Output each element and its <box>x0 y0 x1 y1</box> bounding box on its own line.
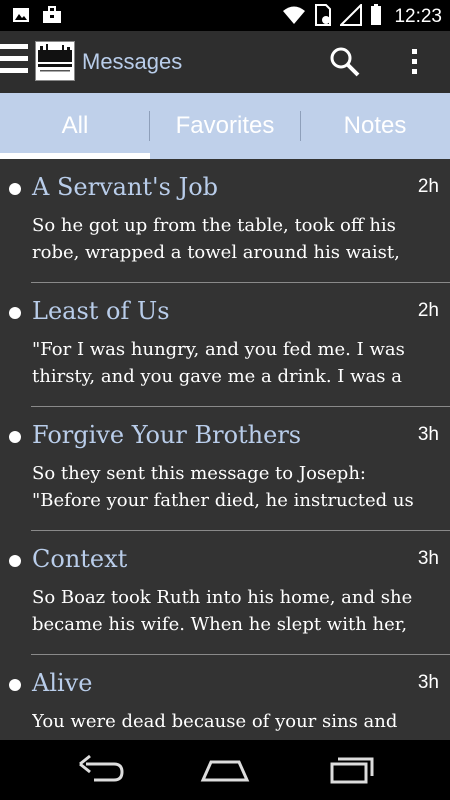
preview-line: So they sent this message to Joseph: <box>32 463 366 484</box>
preview-line: So Boaz took Ruth into his home, and she <box>32 587 413 608</box>
message-title: A Servant's Job <box>32 173 219 201</box>
message-preview: You were dead because of your sins and <box>32 708 432 740</box>
tab-bar: All Favorites Notes <box>0 93 450 159</box>
list-item[interactable]: Least of Us 2h "For I was hungry, and yo… <box>0 283 450 407</box>
status-bar: 12:23 <box>0 0 450 31</box>
message-time: 2h <box>417 300 439 321</box>
list-item[interactable]: A Servant's Job 2h So he got up from the… <box>0 159 450 283</box>
unread-dot-icon <box>9 431 21 443</box>
message-time: 3h <box>417 548 439 569</box>
unread-dot-icon <box>9 555 21 567</box>
list-item[interactable]: Context 3h So Boaz took Ruth into his ho… <box>0 531 450 655</box>
unread-dot-icon <box>9 183 21 195</box>
preview-line: So he got up from the table, took off hi… <box>32 215 396 236</box>
tab-notes[interactable]: Notes <box>300 93 450 159</box>
preview-line: "Before your father died, he instructed … <box>32 490 414 511</box>
message-title: Least of Us <box>32 297 170 325</box>
system-nav-bar <box>0 740 450 800</box>
list-item[interactable]: Alive 3h You were dead because of your s… <box>0 655 450 740</box>
message-list[interactable]: A Servant's Job 2h So he got up from the… <box>0 159 450 740</box>
preview-line: robe, wrapped a towel around his waist, <box>32 242 400 263</box>
signal-icon <box>339 2 363 30</box>
tab-favorites[interactable]: Favorites <box>150 93 300 159</box>
message-preview: So Boaz took Ruth into his home, and she… <box>32 584 432 638</box>
sim-card-icon <box>314 4 332 30</box>
message-title: Alive <box>32 669 93 697</box>
tab-all[interactable]: All <box>0 93 150 159</box>
recent-apps-icon[interactable] <box>320 750 380 790</box>
message-title: Forgive Your Brothers <box>32 421 302 449</box>
message-title: Context <box>32 545 128 573</box>
list-item[interactable]: Forgive Your Brothers 3h So they sent th… <box>0 407 450 531</box>
message-time: 3h <box>417 672 439 693</box>
back-icon[interactable] <box>70 750 130 790</box>
wifi-icon <box>282 5 306 29</box>
clock: 12:23 <box>394 6 442 27</box>
menu-icon[interactable] <box>0 44 30 80</box>
home-icon[interactable] <box>195 750 255 790</box>
message-time: 2h <box>417 176 439 197</box>
search-icon[interactable] <box>328 45 362 79</box>
app-bar: Messages <box>0 31 450 93</box>
preview-line: "For I was hungry, and you fed me. I was <box>32 339 405 360</box>
app-logo[interactable] <box>35 41 75 81</box>
briefcase-icon <box>42 6 62 28</box>
message-preview: So he got up from the table, took off hi… <box>32 212 432 266</box>
preview-line: You were dead because of your sins and <box>32 711 398 732</box>
unread-dot-icon <box>9 307 21 319</box>
message-preview: So they sent this message to Joseph: "Be… <box>32 460 432 514</box>
preview-line: became his wife. When he slept with her, <box>32 614 408 635</box>
unread-dot-icon <box>9 679 21 691</box>
overflow-menu-icon[interactable] <box>405 45 425 79</box>
image-icon <box>12 6 30 28</box>
battery-icon <box>370 4 382 30</box>
page-title: Messages <box>82 49 183 74</box>
message-time: 3h <box>417 424 439 445</box>
message-preview: "For I was hungry, and you fed me. I was… <box>32 336 432 390</box>
preview-line: thirsty, and you gave me a drink. I was … <box>32 366 402 387</box>
